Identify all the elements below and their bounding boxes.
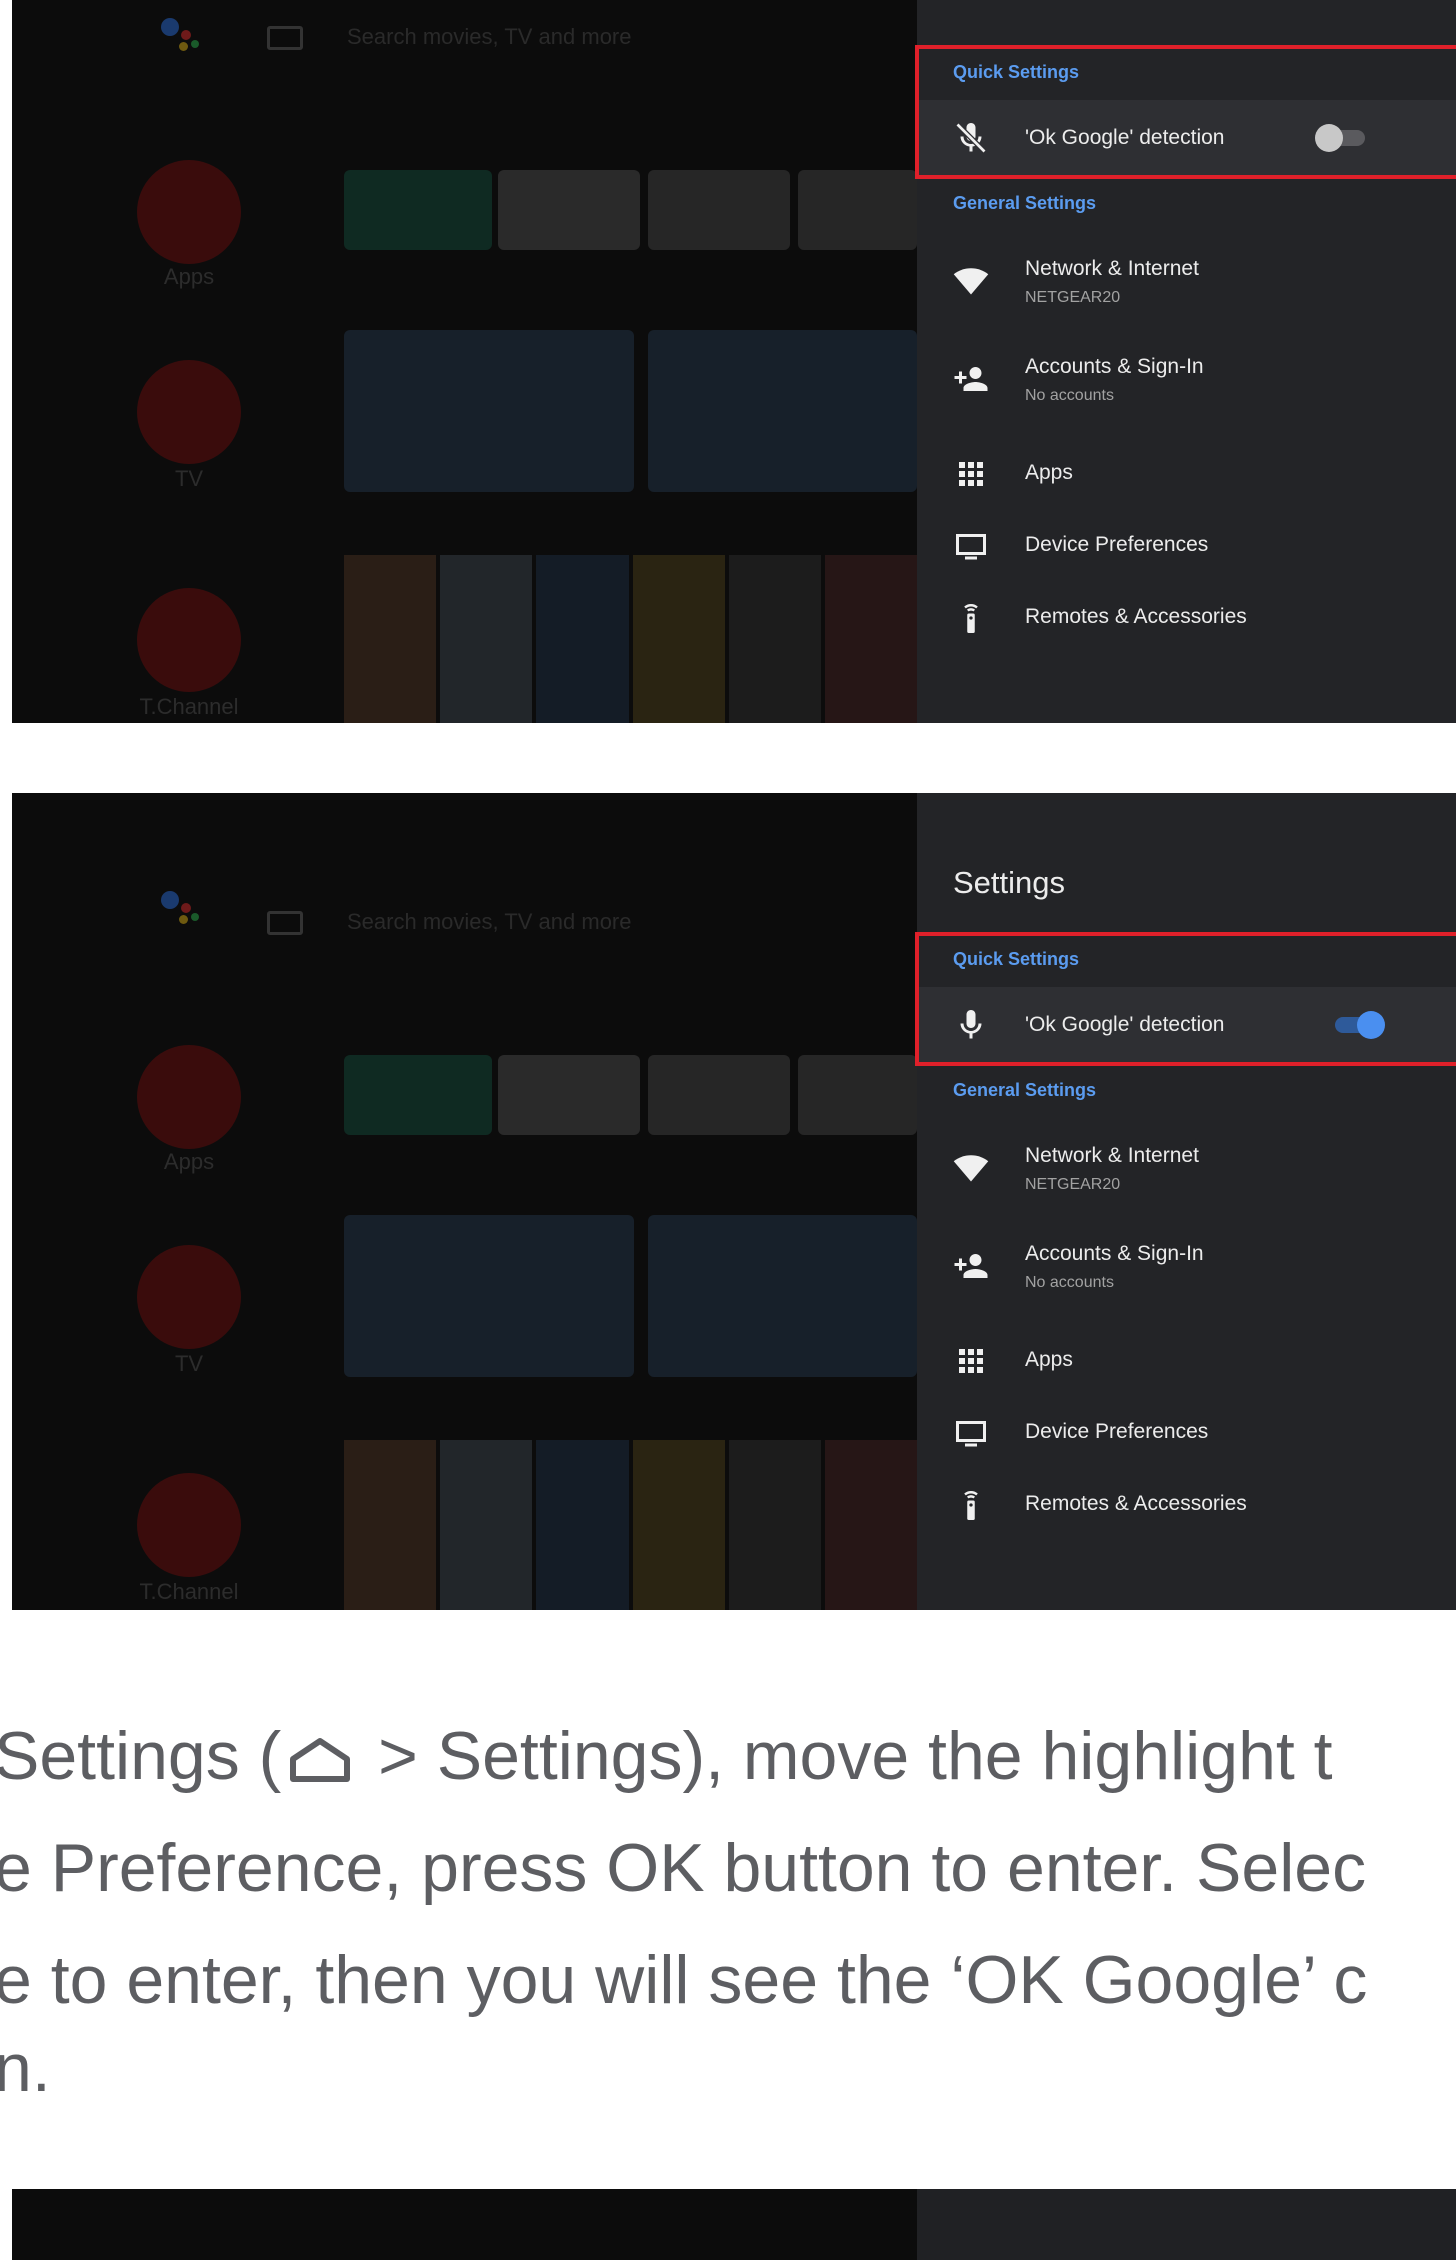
add-person-icon — [953, 1248, 989, 1284]
google-assistant-icon — [155, 12, 205, 56]
settings-panel-partial — [917, 2189, 1456, 2260]
nav-channel-label: T.Channel — [139, 694, 239, 719]
general-settings-header: General Settings — [953, 193, 1097, 213]
monitor-icon — [953, 1415, 989, 1451]
apps-grid-icon — [953, 456, 989, 492]
accounts-label: Accounts & Sign-In — [1025, 1242, 1204, 1265]
add-person-icon — [953, 361, 989, 397]
highlight-box — [915, 932, 1456, 1066]
settings-screenshot-partial — [12, 2189, 1456, 2260]
settings-item-apps[interactable]: Apps — [917, 1331, 1456, 1391]
settings-screenshot-off: Search movies, TV and more Apps TV T.Cha… — [12, 0, 1456, 723]
nav-tv-button — [137, 1245, 241, 1349]
remote-icon — [953, 1487, 989, 1523]
settings-title: Settings — [953, 865, 1066, 900]
settings-item-apps[interactable]: Apps — [917, 444, 1456, 504]
network-sub: NETGEAR20 — [1025, 1176, 1121, 1193]
search-placeholder: Search movies, TV and more — [347, 24, 632, 49]
settings-item-network[interactable]: Network & Internet NETGEAR20 — [917, 1132, 1456, 1212]
caption-line-4: n. — [0, 2030, 51, 2106]
apps-label: Apps — [1025, 461, 1073, 484]
nav-tv-label: TV — [174, 466, 204, 491]
settings-panel: Quick Settings 'Ok Google' detection Gen… — [915, 0, 1456, 723]
nav-apps-label: Apps — [163, 264, 215, 289]
caption-line-2: e Preference, press OK button to enter. … — [0, 1830, 1367, 1906]
nav-channel-button — [137, 1473, 241, 1577]
nav-apps-label: Apps — [163, 1149, 215, 1174]
settings-item-network[interactable]: Network & Internet NETGEAR20 — [917, 245, 1456, 325]
nav-apps-button — [137, 160, 241, 264]
instruction-caption: Settings ( > Settings), move the highlig… — [0, 1700, 1456, 2140]
play-store-app-tile — [798, 170, 917, 250]
device-preferences-label: Device Preferences — [1025, 533, 1209, 556]
hdmi-input-tile — [648, 1215, 917, 1377]
monitor-icon — [953, 528, 989, 564]
caption-line-1: Settings ( > Settings), move the highlig… — [0, 1700, 1333, 1812]
remotes-label: Remotes & Accessories — [1025, 1492, 1247, 1515]
keyboard-icon — [267, 26, 303, 50]
play-movies-app-tile — [648, 1055, 790, 1135]
hdmi-input-tile — [648, 330, 917, 492]
remotes-label: Remotes & Accessories — [1025, 605, 1247, 628]
network-label: Network & Internet — [1025, 257, 1199, 280]
home-screen-dimmed: Search movies, TV and more Apps TV T.Cha… — [12, 0, 918, 723]
device-preferences-label: Device Preferences — [1025, 1420, 1209, 1443]
network-sub: NETGEAR20 — [1025, 289, 1121, 306]
youtube-app-tile — [498, 1055, 640, 1135]
remote-icon — [953, 600, 989, 636]
nav-tv-button — [137, 360, 241, 464]
settings-screenshot-on: Search movies, TV and more Apps TV T.Cha… — [12, 793, 1456, 1610]
nav-channel-label: T.Channel — [139, 1579, 239, 1604]
caption-line-1-end: > Settings), move the highlight t — [359, 1718, 1333, 1794]
accounts-sub: No accounts — [1025, 387, 1114, 404]
caption-line-3: e to enter, then you will see the ‘OK Go… — [0, 1942, 1368, 2018]
settings-panel: Settings Quick Settings 'Ok Google' dete… — [915, 793, 1456, 1610]
settings-item-device-preferences[interactable]: Device Preferences — [917, 516, 1456, 576]
home-screen-dimmed: Search movies, TV and more Apps TV T.Cha… — [12, 793, 918, 1610]
nav-tv-label: TV — [174, 1351, 204, 1376]
satellite-input-tile — [344, 330, 634, 492]
play-store-app-tile — [798, 1055, 917, 1135]
wifi-icon — [953, 263, 989, 299]
accounts-sub: No accounts — [1025, 1274, 1114, 1291]
settings-item-device-preferences[interactable]: Device Preferences — [917, 1403, 1456, 1463]
channel-posters-row — [344, 1440, 918, 1610]
apps-grid-icon — [953, 1343, 989, 1379]
google-assistant-icon — [155, 885, 205, 929]
highlight-box — [915, 45, 1456, 179]
search-placeholder: Search movies, TV and more — [347, 909, 632, 934]
play-movies-app-tile — [648, 170, 790, 250]
nav-channel-button — [137, 588, 241, 692]
vpn-app-tile — [344, 1055, 492, 1135]
settings-item-accounts[interactable]: Accounts & Sign-In No accounts — [917, 343, 1456, 423]
home-icon — [287, 1735, 353, 1785]
caption-line-1-start: Settings ( — [0, 1718, 282, 1794]
channel-posters-row — [344, 555, 918, 723]
satellite-input-tile — [344, 1215, 634, 1377]
settings-item-accounts[interactable]: Accounts & Sign-In No accounts — [917, 1230, 1456, 1310]
youtube-app-tile — [498, 170, 640, 250]
nav-apps-button — [137, 1045, 241, 1149]
accounts-label: Accounts & Sign-In — [1025, 355, 1204, 378]
general-settings-header: General Settings — [953, 1080, 1097, 1100]
settings-item-remotes[interactable]: Remotes & Accessories — [917, 588, 1456, 648]
vpn-app-tile — [344, 170, 492, 250]
wifi-icon — [953, 1150, 989, 1186]
keyboard-icon — [267, 911, 303, 935]
network-label: Network & Internet — [1025, 1144, 1199, 1167]
settings-item-remotes[interactable]: Remotes & Accessories — [917, 1475, 1456, 1535]
apps-label: Apps — [1025, 1348, 1073, 1371]
